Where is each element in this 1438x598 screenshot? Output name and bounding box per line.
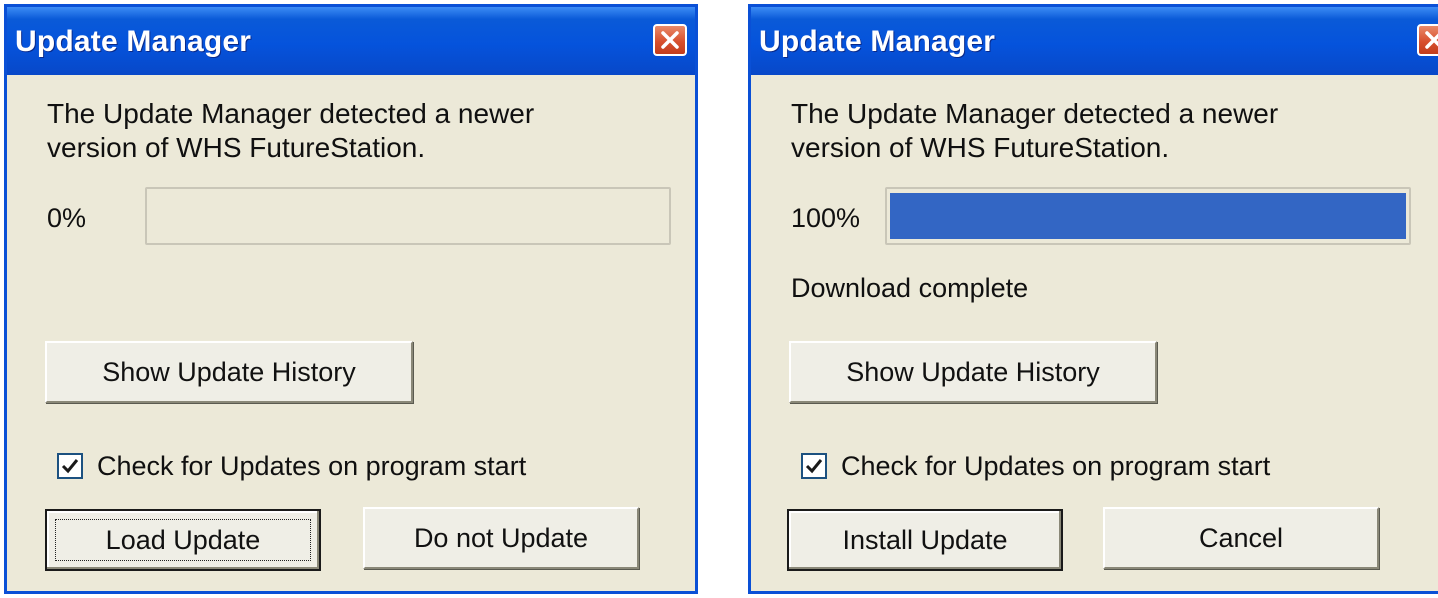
progress-percent: 0% (47, 203, 87, 233)
download-progress-bar (145, 187, 671, 245)
title-bar[interactable]: Update Manager (751, 7, 1438, 75)
install-update-button[interactable]: Install Update (787, 509, 1063, 571)
progress-percent: 100% (791, 203, 861, 233)
check-on-start-checkbox[interactable] (57, 453, 83, 479)
show-update-history-button[interactable]: Show Update History (789, 341, 1157, 403)
status-text: Download complete (791, 273, 1029, 303)
detection-message: The Update Manager detected a newer vers… (47, 98, 535, 163)
download-progress-bar (885, 187, 1411, 245)
show-update-history-button[interactable]: Show Update History (45, 341, 413, 403)
do-not-update-button[interactable]: Do not Update (363, 507, 639, 569)
cancel-button[interactable]: Cancel (1103, 507, 1379, 569)
check-on-start-checkbox[interactable] (801, 453, 827, 479)
load-update-button[interactable]: Load Update (45, 509, 321, 571)
window-title: Update Manager (759, 25, 996, 58)
close-icon (661, 31, 679, 49)
close-button[interactable] (1417, 24, 1438, 56)
checkmark-icon (61, 459, 79, 474)
window-title: Update Manager (15, 25, 252, 58)
close-icon (1425, 31, 1438, 49)
progress-fill (890, 193, 1406, 239)
detection-message: The Update Manager detected a newer vers… (791, 98, 1279, 163)
update-manager-dialog-right: Update Manager The Update Manager detect… (748, 4, 1438, 594)
title-bar[interactable]: Update Manager (7, 7, 695, 75)
close-button[interactable] (653, 24, 687, 56)
check-on-start-label: Check for Updates on program start (97, 451, 527, 481)
check-on-start-label: Check for Updates on program start (841, 451, 1271, 481)
update-manager-dialog-left: Update Manager The Update Manager detect… (4, 4, 698, 594)
checkmark-icon (805, 459, 823, 474)
